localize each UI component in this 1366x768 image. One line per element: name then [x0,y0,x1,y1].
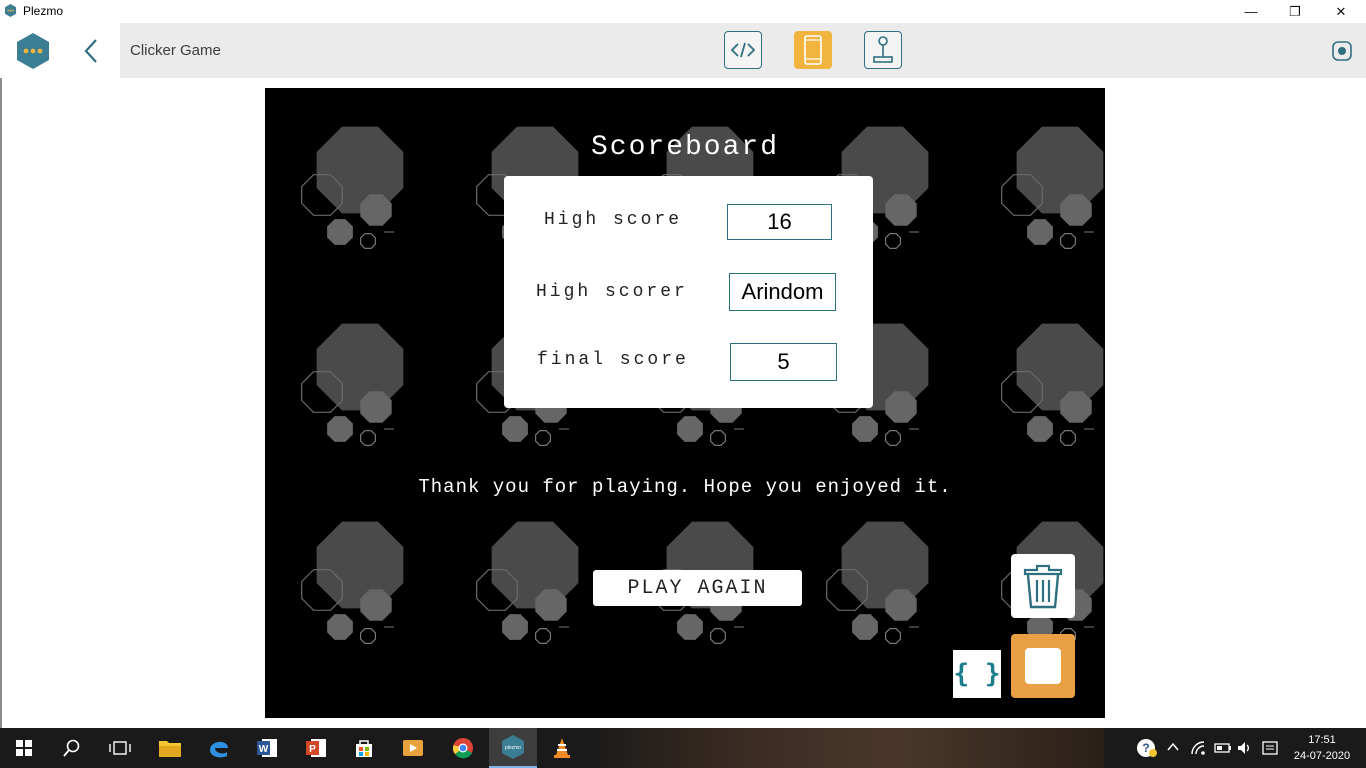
background-octagon-cluster [1001,323,1104,447]
record-icon[interactable] [1331,40,1353,62]
high-scorer-label: High scorer [536,282,688,302]
plezmo-icon: plezmo [502,735,524,759]
svg-text:P: P [309,744,316,755]
search-button[interactable] [48,728,96,768]
vlc-button[interactable] [538,728,586,768]
controller-mode-button[interactable] [864,31,902,69]
file-explorer-button[interactable] [146,728,194,768]
edge-button[interactable] [195,728,243,768]
background-octagon-cluster [301,323,404,447]
scoreboard-title: Scoreboard [590,132,780,163]
edge-icon [210,741,228,758]
powerpoint-button[interactable]: P [292,728,340,768]
word-button[interactable]: W [243,728,291,768]
stop-icon [1025,648,1061,684]
play-again-button[interactable]: PLAY AGAIN [593,570,802,606]
final-score-label: final score [537,350,689,370]
window-title: Plezmo [23,4,64,18]
taskbar-wallpaper [584,728,1104,768]
folder-icon [159,741,181,757]
device-mode-button[interactable] [794,31,832,69]
chrome-icon [453,738,473,759]
delete-button[interactable] [1011,554,1075,618]
minimize-button[interactable]: — [1228,0,1274,23]
search-icon [63,739,80,757]
menu-button[interactable] [14,32,52,70]
task-view-icon [109,741,131,755]
page-title: Clicker Game [130,42,221,59]
background-octagon-cluster [301,521,404,645]
plezmo-taskbar-button[interactable]: plezmo [489,728,537,768]
plezmo-logo-icon [4,4,17,17]
store-button[interactable] [340,728,388,768]
thank-you-message: Thank you for playing. Hope you enjoyed … [418,476,952,498]
wifi-icon[interactable] [1190,740,1208,756]
code-icon [730,42,756,58]
high-scorer-value: Arindom [729,273,836,311]
joystick-icon [873,36,893,63]
windows-taskbar: W P plezmo ? 17:51 24-07-2020 [0,728,1366,768]
help-icon[interactable]: ? [1136,738,1158,758]
maximize-button[interactable]: ❐ [1272,0,1318,23]
chrome-button[interactable] [439,728,487,768]
plezmo-taskbar-label: plezmo [505,745,521,751]
close-button[interactable]: ✕ [1318,0,1364,23]
phone-icon [804,35,822,65]
background-octagon-cluster [826,521,929,645]
vlc-icon [554,738,570,758]
svg-text:W: W [259,744,269,755]
app-header: Clicker Game [0,23,1366,78]
background-octagon-cluster [476,521,579,645]
scoreboard-card: High score 16 High scorer Arindom final … [504,176,873,408]
high-score-value: 16 [727,204,832,240]
notifications-icon[interactable] [1262,740,1278,756]
chevron-up-icon[interactable] [1166,741,1180,753]
media-player-button[interactable] [389,728,437,768]
left-border [0,78,2,728]
game-stage: Scoreboard High score 16 High scorer Ari… [265,88,1105,718]
volume-icon[interactable] [1237,740,1253,756]
battery-icon[interactable] [1214,741,1232,755]
word-icon: W [257,739,277,757]
windows-logo-icon [16,740,32,756]
windows-start-button[interactable] [0,728,48,768]
back-arrow-icon[interactable] [80,37,102,65]
clock-date: 24-07-2020 [1293,750,1351,762]
title-bar: Plezmo — ❐ ✕ [0,0,1366,23]
code-mode-button[interactable] [724,31,762,69]
store-icon [356,740,372,757]
powerpoint-icon: P [306,739,326,757]
stop-button[interactable] [1011,634,1075,698]
system-clock[interactable]: 17:51 24-07-2020 [1292,732,1352,764]
final-score-value: 5 [730,343,837,381]
clock-time: 17:51 [1308,734,1336,746]
media-player-icon [403,740,423,756]
trash-icon [1023,564,1063,609]
svg-text:?: ? [1142,741,1149,755]
task-view-button[interactable] [96,728,144,768]
high-score-label: High score [544,210,683,230]
code-braces-button[interactable]: { } [953,650,1001,698]
